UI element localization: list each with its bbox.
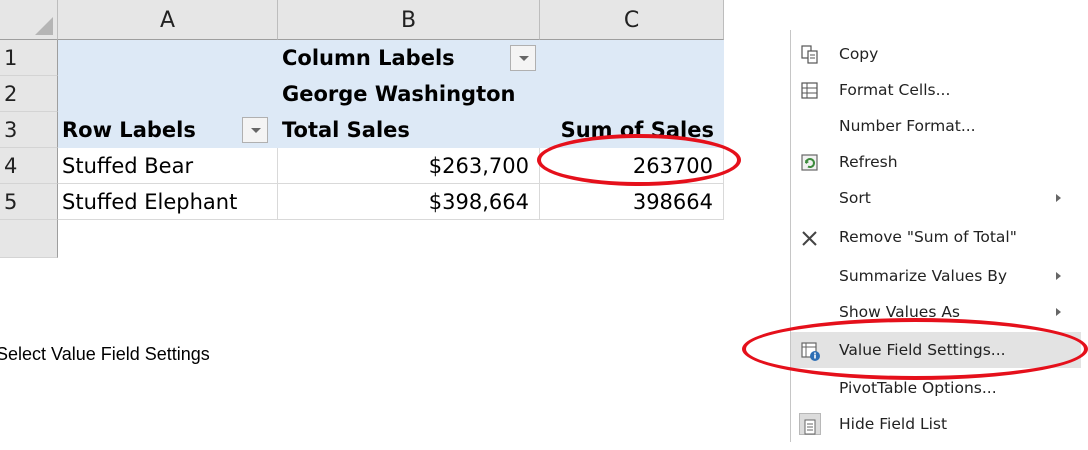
corner-triangle-icon	[35, 17, 53, 35]
table-row-sum-of-sales[interactable]: 398664	[540, 184, 724, 220]
menu-item-sort[interactable]: Sort	[791, 180, 1081, 216]
menu-item-show-values-as[interactable]: Show Values As	[791, 294, 1081, 330]
table-row-label[interactable]: Stuffed Elephant	[58, 184, 278, 220]
column-value-cell[interactable]: George Washington	[278, 76, 540, 112]
menu-item-remove[interactable]: Remove "Sum of Total"	[791, 219, 1081, 255]
select-all-corner[interactable]	[0, 0, 58, 40]
total-sales-header-cell[interactable]: Total Sales	[278, 112, 540, 148]
menu-item-format-cells[interactable]: Format Cells...	[791, 72, 1081, 108]
context-menu: Copy Format Cells... Number Format... Re…	[790, 30, 1081, 442]
submenu-arrow-icon	[1056, 308, 1061, 316]
row-header-3[interactable]: 3	[0, 112, 58, 148]
copy-icon	[799, 43, 821, 65]
sum-of-sales-header-cell[interactable]: Sum of Sales	[540, 112, 724, 148]
menu-item-label: Copy	[839, 45, 879, 63]
menu-item-label: Number Format...	[839, 117, 976, 135]
menu-item-label: Show Values As	[839, 303, 960, 321]
menu-item-label: Remove "Sum of Total"	[839, 228, 1017, 246]
submenu-arrow-icon	[1056, 272, 1061, 280]
row-header-1[interactable]: 1	[0, 40, 58, 76]
menu-item-copy[interactable]: Copy	[791, 36, 1081, 72]
column-header-b[interactable]: B	[278, 0, 540, 40]
remove-x-icon	[799, 226, 821, 248]
menu-item-label: PivotTable Options...	[839, 379, 997, 397]
row-labels-filter-dropdown[interactable]	[242, 117, 268, 143]
column-labels-filter-dropdown[interactable]	[510, 45, 536, 71]
menu-item-label: Format Cells...	[839, 81, 951, 99]
menu-item-summarize-values-by[interactable]: Summarize Values By	[791, 258, 1081, 294]
spreadsheet: A B C 1 2 3 4 5 Column Labels George Was…	[0, 0, 724, 258]
menu-item-number-format[interactable]: Number Format...	[791, 108, 1081, 144]
menu-item-value-field-settings[interactable]: Value Field Settings...	[791, 332, 1081, 368]
row-header-5[interactable]: 5	[0, 184, 58, 220]
format-cells-icon	[799, 79, 821, 101]
menu-item-refresh[interactable]: Refresh	[791, 144, 1081, 180]
menu-item-label: Value Field Settings...	[839, 341, 1006, 359]
row-header-6-partial	[0, 220, 58, 258]
row-header-2[interactable]: 2	[0, 76, 58, 112]
instruction-caption: Select Value Field Settings	[0, 344, 210, 364]
submenu-arrow-icon	[1056, 194, 1061, 202]
value-field-settings-icon	[799, 339, 821, 361]
menu-item-label: Hide Field List	[839, 415, 948, 433]
table-row-total-sales[interactable]: $263,700	[278, 148, 540, 184]
column-labels-cell[interactable]: Column Labels	[278, 40, 540, 76]
menu-item-pivottable-options[interactable]: PivotTable Options...	[791, 370, 1081, 406]
row-header-4[interactable]: 4	[0, 148, 58, 184]
column-header-a[interactable]: A	[58, 0, 278, 40]
menu-item-hide-field-list[interactable]: Hide Field List	[791, 406, 1081, 442]
menu-item-label: Summarize Values By	[839, 267, 1008, 285]
table-row-sum-of-sales[interactable]: 263700	[540, 148, 724, 184]
field-list-icon	[799, 413, 821, 435]
column-header-c[interactable]: C	[540, 0, 724, 40]
table-row-label[interactable]: Stuffed Bear	[58, 148, 278, 184]
column-labels-text: Column Labels	[282, 46, 455, 70]
table-row-total-sales[interactable]: $398,664	[278, 184, 540, 220]
refresh-icon	[799, 151, 821, 173]
menu-item-label: Refresh	[839, 153, 898, 171]
menu-item-label: Sort	[839, 189, 871, 207]
